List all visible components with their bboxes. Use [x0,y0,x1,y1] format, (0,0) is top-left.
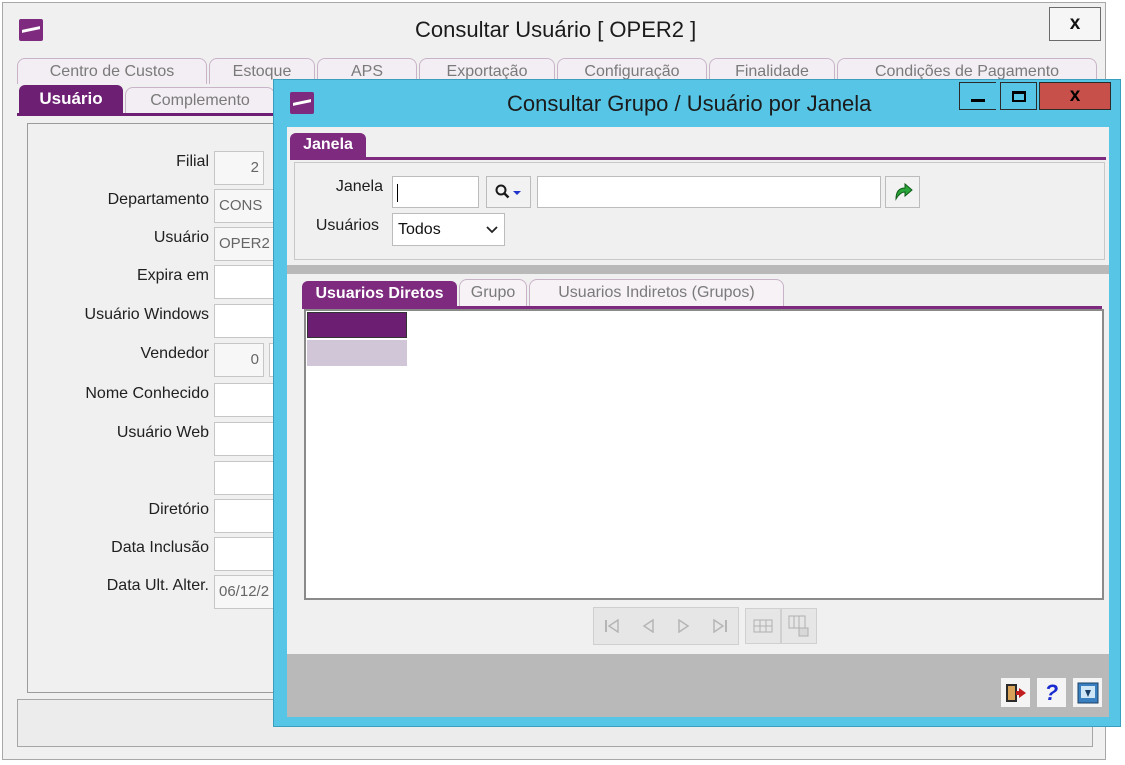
label-diretorio: Diretório [148,501,209,518]
dialog-logo-icon [290,92,314,114]
prior-icon [642,619,654,633]
maximize-button[interactable] [1000,82,1037,110]
exit-door-icon [1005,683,1026,702]
label-vendedor: Vendedor [140,345,209,362]
tab-usuarios-indiretos[interactable]: Usuarios Indiretos (Grupos) [529,279,784,306]
label-data-inclusao: Data Inclusão [111,539,209,556]
usuarios-select[interactable]: Todos [392,213,505,246]
usuarios-label: Usuários [315,217,379,234]
dialog-footer [287,654,1109,717]
grid-row-indicator[interactable] [307,340,407,366]
tools-icon [1077,682,1098,703]
prior-record-button[interactable] [630,608,666,644]
section-underline [290,157,1106,160]
grid-header-cell[interactable] [307,312,407,338]
next-record-button[interactable] [666,608,702,644]
dialog-title: Consultar Grupo / Usuário por Janela [507,91,872,116]
chevron-down-icon [486,226,498,234]
grid-icon [753,619,773,633]
grid-view-button[interactable] [745,608,781,644]
section-tab-janela: Janela [290,133,366,157]
background-close-button[interactable]: x [1049,7,1101,41]
janela-description-field[interactable] [537,176,881,208]
last-record-button[interactable] [702,608,738,644]
dialog-window: Consultar Grupo / Usuário por Janela x J… [273,79,1121,727]
vendedor-field[interactable]: 0 [214,343,264,377]
tools-button[interactable] [1073,678,1102,707]
maximize-icon [1011,90,1026,102]
export-grid-icon [788,615,809,637]
label-expira-em: Expira em [136,267,209,284]
last-icon [713,619,727,633]
users-grid[interactable] [304,309,1104,600]
dialog-body: Janela Janela Usuários Todos Usuarios Di… [287,127,1109,717]
help-button[interactable]: ? [1037,678,1066,707]
text-cursor [397,184,398,202]
label-usuario-web: Usuário Web [116,424,209,441]
janela-input[interactable] [392,176,479,208]
label-data-ult-alter: Data Ult. Alter. [106,577,209,594]
help-icon: ? [1044,679,1059,705]
label-usuario: Usuário [153,229,209,246]
tab-centro-de-custos[interactable]: Centro de Custos [17,58,207,84]
first-icon [605,619,619,633]
background-window-title: Consultar Usuário [ OPER2 ] [415,17,697,42]
green-arrow-icon [894,182,913,201]
filial-field[interactable]: 2 [214,151,264,185]
janela-search-button[interactable] [486,176,531,208]
search-icon [495,184,521,199]
usuarios-selected-value: Todos [398,220,441,238]
exit-button[interactable] [1001,678,1030,707]
dialog-close-button[interactable]: x [1039,82,1111,110]
tab-grupo[interactable]: Grupo [459,279,527,306]
tab-complemento[interactable]: Complemento [125,87,275,113]
minimize-button[interactable] [959,82,996,110]
label-departamento: Departamento [107,191,209,208]
label-usuario-windows: Usuário Windows [84,306,209,323]
label-nome-conhecido: Nome Conhecido [85,385,209,402]
next-icon [678,619,690,633]
label-filial: Filial [176,153,209,170]
refresh-button[interactable] [885,176,920,208]
app-logo-icon [19,19,43,41]
tab-usuarios-diretos[interactable]: Usuarios Diretos [302,281,457,306]
janela-label: Janela [335,178,383,195]
section-separator [287,265,1109,274]
minimize-icon [971,98,985,102]
tab-usuario[interactable]: Usuário [19,85,123,113]
export-grid-button[interactable] [781,608,817,644]
first-record-button[interactable] [594,608,630,644]
